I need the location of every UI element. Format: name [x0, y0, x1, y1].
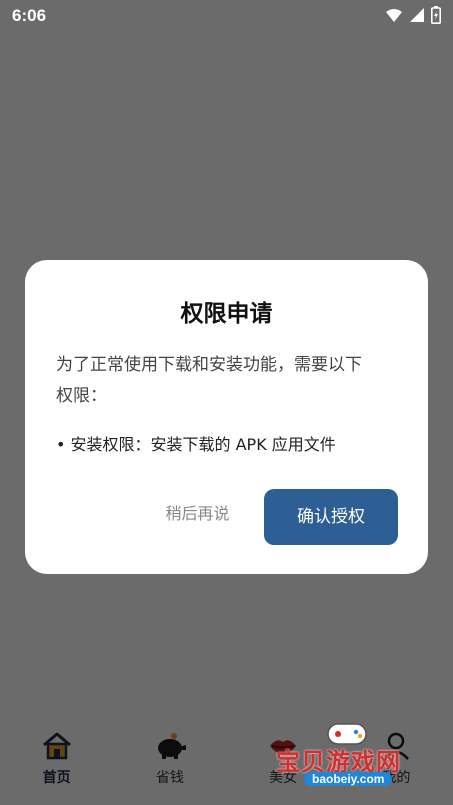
later-button[interactable]: 稍后再说 — [150, 498, 245, 530]
dialog-title: 权限申请 — [180, 301, 273, 327]
confirm-authorize-button[interactable]: 确认授权 — [264, 489, 398, 545]
status-time: 6:06 — [12, 6, 47, 25]
status-icons — [385, 6, 441, 24]
watermark-logo: 宝贝游戏网 baobeiy.com — [268, 718, 438, 798]
status-bar: 6:06 — [0, 0, 453, 32]
signal-icon — [410, 8, 424, 22]
wifi-icon — [386, 9, 402, 22]
permission-item: • 安装权限：安装下载的 APK 应用文件 — [56, 435, 336, 454]
app-screen: 首页 省钱 美女 我的 — [0, 0, 453, 805]
battery-icon — [431, 6, 441, 24]
dialog-description: 为了正常使用下载和安装功能，需要以下 权限： — [56, 350, 401, 412]
dialog-description-line1: 为了正常使用下载和安装功能，需要以下 — [56, 355, 362, 375]
watermark-url: baobeiy.com — [304, 772, 393, 786]
dialog-description-line2: 权限： — [56, 386, 107, 406]
